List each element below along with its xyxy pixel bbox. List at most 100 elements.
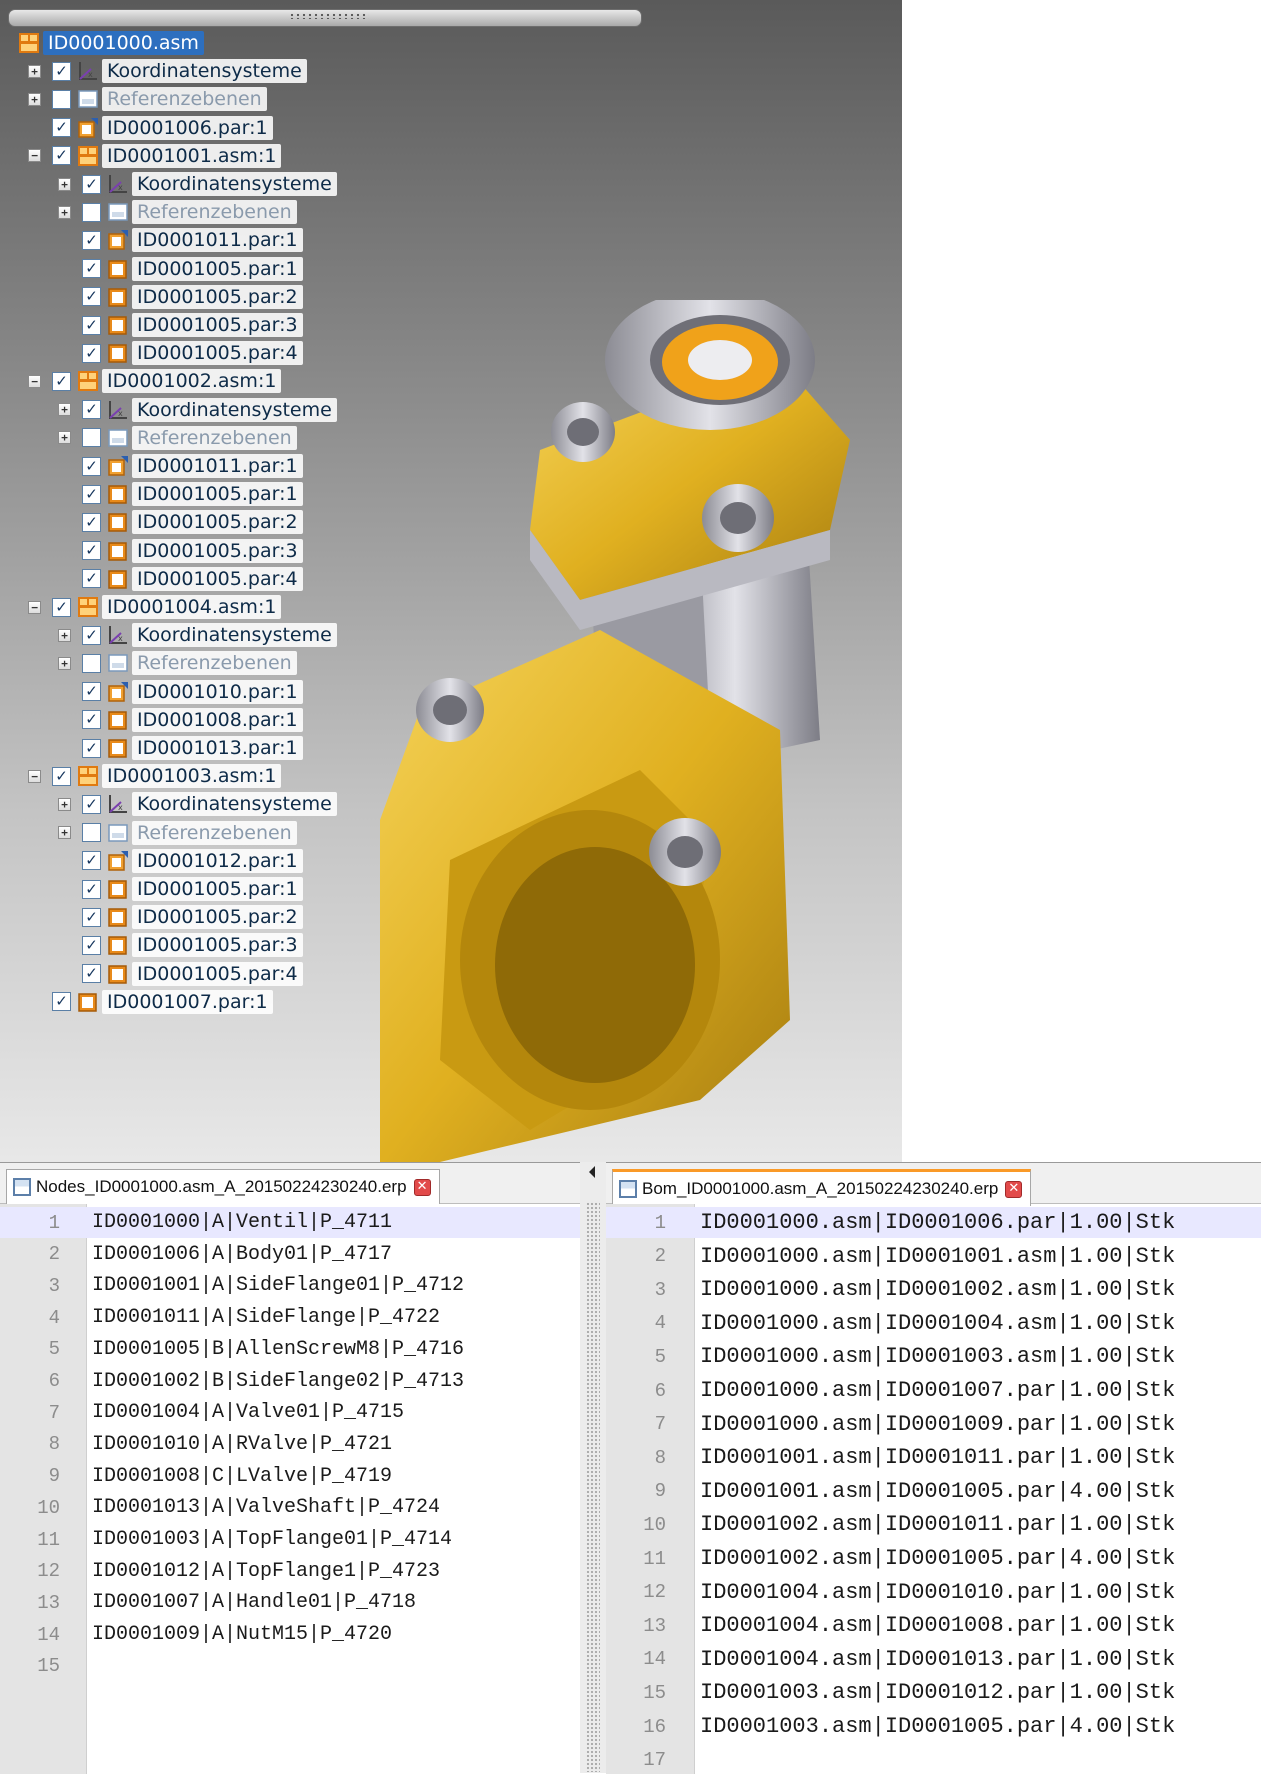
visibility-checkbox[interactable]: ✓ <box>82 343 101 363</box>
visibility-checkbox[interactable]: ✓ <box>52 766 71 786</box>
tree-item[interactable]: ✓ ID0001007.par:1 <box>28 989 273 1014</box>
editor-line[interactable]: 10 ID0001013|A|ValveShaft|P_4724 <box>0 1492 580 1523</box>
editor-line[interactable]: 15 ID0001003.asm|ID0001012.par|1.00|Stk <box>606 1677 1261 1708</box>
collapse-icon[interactable]: − <box>28 600 41 614</box>
editor-line[interactable]: 1 ID0001000.asm|ID0001006.par|1.00|Stk <box>606 1207 1261 1238</box>
editor-line[interactable]: 14 ID0001004.asm|ID0001013.par|1.00|Stk <box>606 1644 1261 1675</box>
visibility-checkbox[interactable]: ✓ <box>82 879 101 899</box>
editor-line[interactable]: 16 ID0001003.asm|ID0001005.par|4.00|Stk <box>606 1711 1261 1742</box>
editor-line[interactable]: 2 ID0001000.asm|ID0001001.asm|1.00|Stk <box>606 1241 1261 1272</box>
editor-line[interactable]: 13 ID0001007|A|Handle01|P_4718 <box>0 1587 580 1618</box>
visibility-checkbox[interactable]: ✓ <box>82 174 101 194</box>
visibility-checkbox[interactable] <box>52 89 71 109</box>
visibility-checkbox[interactable]: ✓ <box>82 259 101 279</box>
visibility-checkbox[interactable]: ✓ <box>82 315 101 335</box>
tree-item[interactable]: ✓ ID0001011.par:1 <box>58 228 303 253</box>
editor-line[interactable]: 11 ID0001003|A|TopFlange01|P_4714 <box>0 1524 580 1555</box>
tree-item[interactable]: ✓ ID0001011.par:1 <box>58 454 303 478</box>
editor-line[interactable]: 3 ID0001000.asm|ID0001002.asm|1.00|Stk <box>606 1274 1261 1305</box>
editor-line[interactable]: 4 ID0001000.asm|ID0001004.asm|1.00|Stk <box>606 1308 1261 1339</box>
visibility-checkbox[interactable]: ✓ <box>82 484 101 504</box>
editor-line[interactable]: 5 ID0001000.asm|ID0001003.asm|1.00|Stk <box>606 1341 1261 1372</box>
tree-item[interactable]: ✓ ID0001005.par:1 <box>58 482 303 507</box>
editor-line[interactable]: 11 ID0001002.asm|ID0001005.par|4.00|Stk <box>606 1543 1261 1574</box>
tree-item[interactable]: ✓ ID0001005.par:1 <box>58 256 303 281</box>
visibility-checkbox[interactable]: ✓ <box>82 964 101 984</box>
bom-text-area[interactable]: 1 ID0001000.asm|ID0001006.par|1.00|Stk 2 ID… <box>606 1204 1261 1774</box>
tree-item[interactable]: + Referenzebenen <box>28 87 267 112</box>
tree-item[interactable]: ✓ ID0001005.par:1 <box>58 877 303 901</box>
tree-item[interactable]: ✓ ID0001010.par:1 <box>58 679 303 704</box>
expand-icon[interactable]: + <box>28 64 41 78</box>
visibility-checkbox[interactable]: ✓ <box>82 907 101 927</box>
tree-item[interactable]: ✓ ID0001005.par:3 <box>58 313 303 337</box>
editor-line[interactable]: 5 ID0001005|B|AllenScrewM8|P_4716 <box>0 1334 580 1365</box>
tree-item[interactable]: ✓ ID0001013.par:1 <box>58 736 303 760</box>
editor-line[interactable]: 2 ID0001006|A|Body01|P_4717 <box>0 1239 580 1270</box>
editor-line[interactable]: 8 ID0001010|A|RValve|P_4721 <box>0 1429 580 1460</box>
editor-line[interactable]: 15 <box>0 1651 580 1682</box>
visibility-checkbox[interactable]: ✓ <box>82 851 101 871</box>
editor-splitter[interactable] <box>580 1162 606 1773</box>
editor-line[interactable]: 9 ID0001008|C|LValve|P_4719 <box>0 1461 580 1492</box>
tree-item[interactable]: ✓ ID0001005.par:2 <box>58 510 303 535</box>
editor-line[interactable]: 7 ID0001000.asm|ID0001009.par|1.00|Stk <box>606 1409 1261 1440</box>
visibility-checkbox[interactable] <box>82 202 101 222</box>
expand-icon[interactable]: + <box>28 92 41 106</box>
editor-line[interactable]: 7 ID0001004|A|Valve01|P_4715 <box>0 1397 580 1428</box>
visibility-checkbox[interactable]: ✓ <box>82 738 101 758</box>
visibility-checkbox[interactable]: ✓ <box>82 512 101 532</box>
expand-icon[interactable]: + <box>58 826 71 840</box>
visibility-checkbox[interactable]: ✓ <box>52 992 71 1012</box>
editor-line[interactable]: 9 ID0001001.asm|ID0001005.par|4.00|Stk <box>606 1476 1261 1507</box>
visibility-checkbox[interactable]: ✓ <box>52 61 71 81</box>
editor-line[interactable]: 3 ID0001001|A|SideFlange01|P_4712 <box>0 1270 580 1301</box>
visibility-checkbox[interactable]: ✓ <box>52 146 71 166</box>
editor-line[interactable]: 4 ID0001011|A|SideFlange|P_4722 <box>0 1302 580 1333</box>
tree-item[interactable]: ✓ ID0001005.par:4 <box>58 341 303 366</box>
tree-item[interactable]: ✓ ID0001005.par:2 <box>58 905 303 930</box>
collapse-icon[interactable]: − <box>28 149 41 163</box>
close-icon[interactable]: ✕ <box>1005 1180 1023 1198</box>
nodes-text-area[interactable]: 1 ID0001000|A|Ventil|P_4711 2 ID0001006|A|B… <box>0 1204 580 1774</box>
visibility-checkbox[interactable]: ✓ <box>82 569 101 589</box>
arrow-left-icon[interactable] <box>589 1166 595 1178</box>
visibility-checkbox[interactable]: ✓ <box>82 400 101 420</box>
tree-item[interactable]: − ✓ ID0001003.asm:1 <box>28 764 282 789</box>
tree-item[interactable]: ✓ ID0001005.par:3 <box>58 538 303 563</box>
tree-item[interactable]: + ✓ x Koordinatensysteme <box>28 59 307 84</box>
editor-line[interactable]: 1 ID0001000|A|Ventil|P_4711 <box>0 1207 580 1238</box>
visibility-checkbox[interactable]: ✓ <box>82 794 101 814</box>
editor-line[interactable]: 8 ID0001001.asm|ID0001011.par|1.00|Stk <box>606 1442 1261 1473</box>
expand-icon[interactable]: + <box>58 431 71 445</box>
expand-icon[interactable]: + <box>58 628 71 642</box>
visibility-checkbox[interactable] <box>82 653 101 673</box>
editor-line[interactable]: 6 ID0001002|B|SideFlange02|P_4713 <box>0 1366 580 1397</box>
expand-icon[interactable]: + <box>58 403 71 417</box>
tree-item[interactable]: + Referenzebenen <box>58 651 297 676</box>
editor-line[interactable]: 14 ID0001009|A|NutM15|P_4720 <box>0 1619 580 1650</box>
tree-item[interactable]: ✓ ID0001008.par:1 <box>58 707 303 732</box>
expand-icon[interactable]: + <box>58 797 71 811</box>
editor-line[interactable]: 13 ID0001004.asm|ID0001008.par|1.00|Stk <box>606 1610 1261 1641</box>
expand-icon[interactable]: + <box>58 205 71 219</box>
editor-line[interactable]: 12 ID0001004.asm|ID0001010.par|1.00|Stk <box>606 1577 1261 1608</box>
tree-item[interactable]: ✓ ID0001005.par:4 <box>58 961 303 986</box>
tree-item[interactable]: + Referenzebenen <box>58 425 297 450</box>
tree-item[interactable]: ✓ ID0001005.par:4 <box>58 566 303 591</box>
visibility-checkbox[interactable] <box>82 428 101 448</box>
tree-item[interactable]: − ✓ ID0001001.asm:1 <box>28 143 282 168</box>
visibility-checkbox[interactable]: ✓ <box>82 625 101 645</box>
collapse-icon[interactable]: − <box>28 769 41 783</box>
tree-item[interactable]: ✓ ID0001006.par:1 <box>28 115 273 140</box>
tree-item[interactable]: − ✓ ID0001002.asm:1 <box>28 369 282 394</box>
tree-item[interactable]: + ✓ x Koordinatensysteme <box>58 792 337 817</box>
tree-item[interactable]: + Referenzebenen <box>58 820 297 845</box>
tree-root-item[interactable]: ID0001000.asm <box>18 31 204 55</box>
visibility-checkbox[interactable]: ✓ <box>82 682 101 702</box>
nodes-file-tab[interactable]: Nodes_ID0001000.asm_A_20150224230240.erp… <box>6 1169 440 1204</box>
visibility-checkbox[interactable]: ✓ <box>52 371 71 391</box>
tree-item[interactable]: + ✓ x Koordinatensysteme <box>58 172 337 196</box>
visibility-checkbox[interactable]: ✓ <box>82 287 101 307</box>
visibility-checkbox[interactable]: ✓ <box>82 456 101 476</box>
